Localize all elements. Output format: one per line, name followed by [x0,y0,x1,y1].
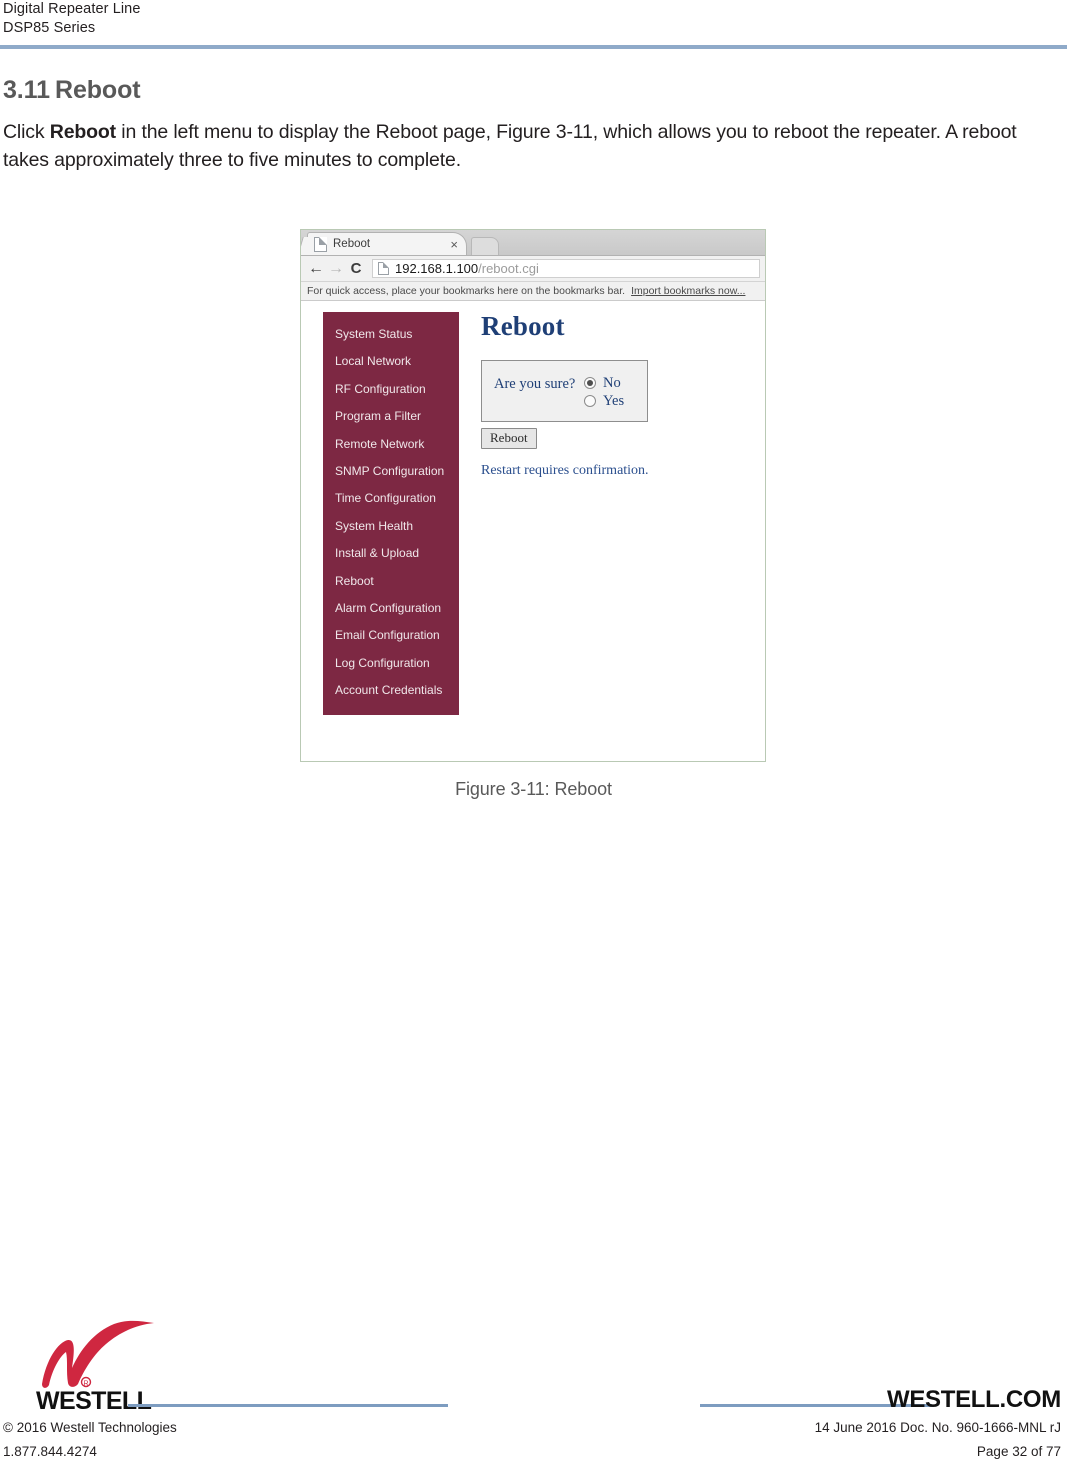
sidebar-item-log-configuration[interactable]: Log Configuration [323,650,459,677]
url-host: 192.168.1.100 [395,261,479,276]
page-info-icon [378,262,389,275]
sidebar-item-account-credentials[interactable]: Account Credentials [323,677,459,704]
document-number-text: 14 June 2016 Doc. No. 960-1666-MNL rJ [814,1420,1061,1435]
header-product-line: Digital Repeater Line [3,1,141,17]
sidebar-item-email-configuration[interactable]: Email Configuration [323,622,459,649]
paragraph-bold-term: Reboot [49,121,117,143]
reload-icon[interactable]: C [346,261,366,276]
sidebar-item-time-configuration[interactable]: Time Configuration [323,485,459,512]
westell-wordmark: WESTELL [36,1387,152,1415]
sidebar-item-reboot[interactable]: Reboot [323,568,459,595]
sidebar-item-system-status[interactable]: System Status [323,321,459,348]
section-number: 3.11 [3,76,50,104]
sidebar-item-local-network[interactable]: Local Network [323,348,459,375]
page-icon [314,236,327,252]
header-product-series: DSP85 Series [3,19,96,36]
radio-icon-selected[interactable] [584,377,596,389]
bookmarks-bar: For quick access, place your bookmarks h… [301,282,765,301]
reboot-submit-button[interactable]: Reboot [481,428,537,450]
browser-toolbar: ← → C 192.168.1.100/reboot.cgi [301,256,765,282]
confirmation-fieldset: Are you sure? No Yes [481,360,648,422]
paragraph-part-2: in the left menu to display the Reboot p… [3,121,1017,171]
footer-left-text: © 2016 Westell Technologies 1.877.844.42… [3,1416,177,1464]
sidebar-item-alarm-configuration[interactable]: Alarm Configuration [323,595,459,622]
sidebar-item-snmp-configuration[interactable]: SNMP Configuration [323,458,459,485]
url-path: /reboot.cgi [478,261,539,276]
page-title: 3.11 Reboot [3,76,141,105]
browser-window: Reboot × ← → C 192.168.1.100/reboot.cgi … [300,229,766,762]
browser-tab-title: Reboot [333,238,371,250]
footer-rule-left [128,1404,448,1407]
westell-website: WESTELL.COM [886,1386,1061,1413]
figure-image: Reboot × ← → C 192.168.1.100/reboot.cgi … [300,229,766,762]
radio-option-yes[interactable]: Yes [584,392,624,410]
confirmation-radio-group: No Yes [584,374,624,410]
page-header: Digital Repeater Line DSP85 Series [0,0,1067,37]
figure-caption: Figure 3-11: Reboot [455,779,612,799]
paragraph-part-1: Click [3,121,50,143]
new-tab-button[interactable] [471,237,499,255]
bookmarks-hint-text: For quick access, place your bookmarks h… [307,285,626,297]
radio-label-yes: Yes [603,392,625,409]
restart-note-text: Restart requires confirmation. [481,463,649,479]
sidebar-item-remote-network[interactable]: Remote Network [323,431,459,458]
content-heading: Reboot [481,311,565,341]
page-number-text: Page 32 of 77 [976,1444,1061,1459]
header-divider-rule [0,45,1067,49]
radio-option-no[interactable]: No [584,374,624,392]
sidebar-item-install-and-upload[interactable]: Install & Upload [323,540,459,567]
westell-swoosh-icon: R [42,1320,154,1388]
body-paragraph: Click Reboot in the left menu to display… [3,118,1061,174]
close-icon[interactable]: × [450,238,460,251]
radio-icon-unselected[interactable] [584,395,596,407]
sidebar-item-program-a-filter[interactable]: Program a Filter [323,403,459,430]
westell-logo: R WESTELL [36,1320,166,1416]
radio-label-no: No [603,374,621,391]
back-arrow-icon[interactable]: ← [306,260,326,277]
confirmation-label: Are you sure? [494,376,576,392]
address-bar[interactable]: 192.168.1.100/reboot.cgi [372,259,760,278]
page-footer: R WESTELL WESTELL.COM © 2016 Westell Tec… [0,1320,1067,1475]
footer-right-text: 14 June 2016 Doc. No. 960-1666-MNL rJ Pa… [815,1416,1061,1464]
browser-tab-reboot[interactable]: Reboot × [307,232,467,255]
copyright-text: © 2016 Westell Technologies [3,1420,177,1435]
import-bookmarks-link[interactable]: Import bookmarks now... [631,285,745,297]
browser-viewport: System Status Local Network RF Configura… [301,301,765,761]
webapp-content: Reboot Are you sure? No Yes Reboot Resta… [481,311,741,479]
webapp-sidebar: System Status Local Network RF Configura… [323,312,459,715]
forward-arrow-icon: → [328,259,344,277]
section-title: Reboot [55,76,141,104]
phone-number-text: 1.877.844.4274 [3,1444,97,1459]
browser-tab-strip: Reboot × [301,230,765,256]
sidebar-item-rf-configuration[interactable]: RF Configuration [323,376,459,403]
sidebar-item-system-health[interactable]: System Health [323,513,459,540]
